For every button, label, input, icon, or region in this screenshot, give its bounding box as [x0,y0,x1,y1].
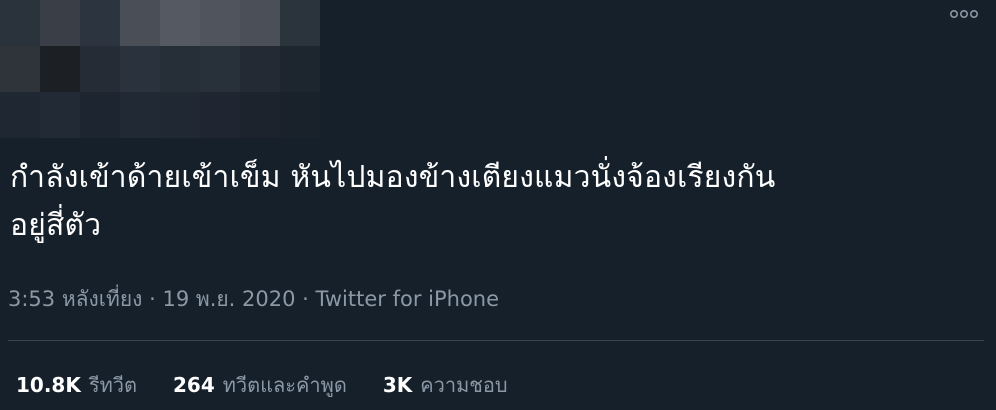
meta-separator: · [302,287,309,311]
obscured-author-header [0,0,320,138]
retweets-label: รีทวีต [88,373,137,397]
more-options-icon[interactable] [948,4,980,24]
tweet-source-link[interactable]: Twitter for iPhone [316,287,500,311]
tweet-text-line-1: กำลังเข้าด้ายเข้าเข็ม หันไปมองข้างเตียงแ… [10,160,776,195]
likes-label: ความชอบ [420,373,508,397]
tweet-text-line-2: อยู่สี่ตัว [10,208,102,243]
meta-separator: · [149,287,156,311]
likes-count: 3K [382,373,413,397]
divider [8,340,984,341]
tweet-date[interactable]: 19 พ.ย. 2020 [162,287,295,311]
quote-tweets-label: ทวีตและคำพูด [222,373,347,397]
retweets-stat[interactable]: 10.8K รีทวีต [16,370,137,400]
engagement-stats: 10.8K รีทวีต 264 ทวีตและคำพูด 3K ความชอบ [16,370,544,400]
tweet-time[interactable]: 3:53 หลังเที่ยง [8,287,142,311]
quote-tweets-count: 264 [173,373,215,397]
tweet-meta: 3:53 หลังเที่ยง · 19 พ.ย. 2020 · Twitter… [8,284,499,314]
retweets-count: 10.8K [16,373,81,397]
quote-tweets-stat[interactable]: 264 ทวีตและคำพูด [173,370,347,400]
tweet-detail: กำลังเข้าด้ายเข้าเข็ม หันไปมองข้างเตียงแ… [0,0,996,410]
tweet-text: กำลังเข้าด้ายเข้าเข็ม หันไปมองข้างเตียงแ… [10,154,980,250]
likes-stat[interactable]: 3K ความชอบ [383,370,508,400]
